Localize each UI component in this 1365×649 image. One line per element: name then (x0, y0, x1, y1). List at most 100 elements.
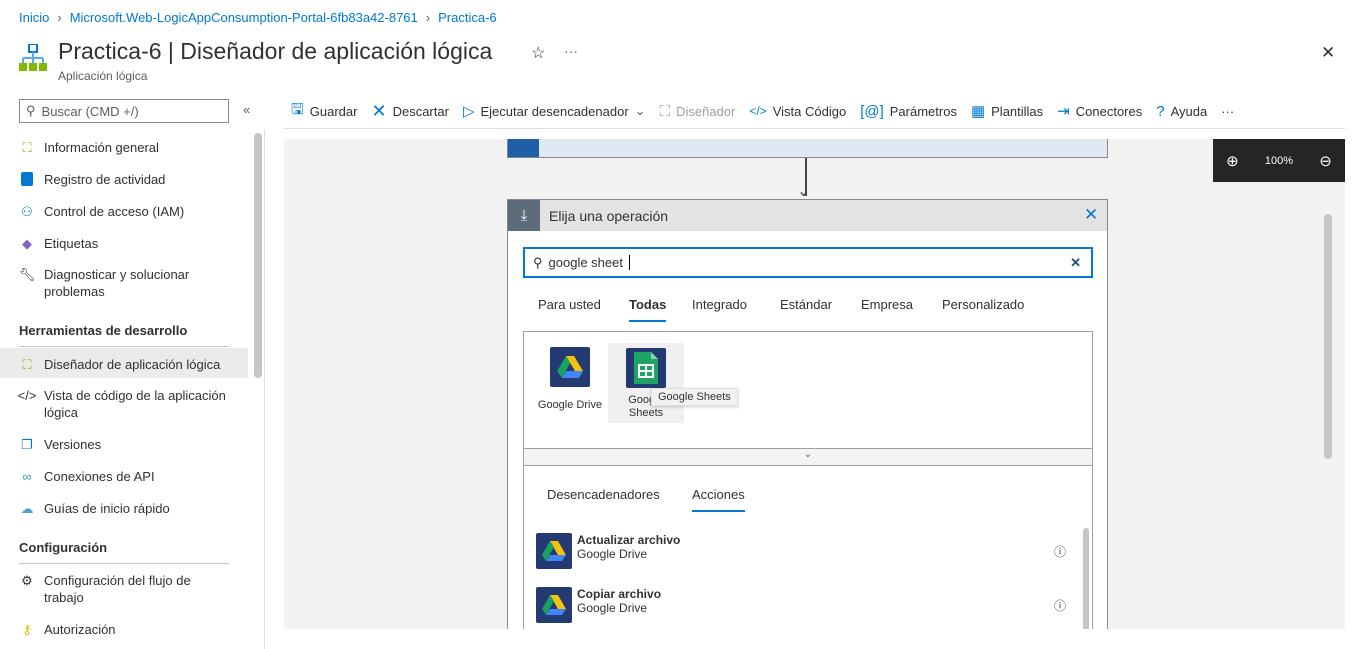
activity-log-icon (19, 171, 35, 187)
tooltip: Google Sheets (651, 388, 738, 406)
sidebar-item-activity-log[interactable]: Registro de actividad (0, 171, 248, 188)
connector-google-sheets[interactable]: Google Sheets (608, 343, 684, 423)
zoom-level: 100% (1264, 154, 1294, 167)
operation-icon: ⤓ (508, 200, 540, 231)
search-icon: ⚲ (533, 254, 543, 270)
favorite-star-icon[interactable]: ☆ (531, 43, 545, 63)
logic-app-icon: ⛶ (22, 356, 32, 372)
chevron-right-icon: › (425, 10, 431, 25)
breadcrumb-inicio[interactable]: Inicio (19, 10, 49, 25)
search-icon: ⚲ (26, 103, 36, 118)
sidebar-item-workflow-settings[interactable]: ⚙ Configuración del flujo de trabajo (0, 572, 230, 606)
zoom-in-icon[interactable]: ⊕ (1226, 152, 1239, 170)
tab-todas[interactable]: Todas (629, 297, 667, 322)
breadcrumb-resource-group[interactable]: Microsoft.Web-LogicAppConsumption-Portal… (70, 10, 418, 25)
close-panel-button[interactable]: ✕ (1084, 205, 1098, 225)
tab-actions[interactable]: Acciones (692, 487, 745, 512)
connectors-list: Google Drive Google Sheets Google Sheets (523, 331, 1093, 449)
expand-connectors-button[interactable]: ⌄ (523, 449, 1093, 466)
designer-canvas[interactable]: ⌄ ⤓ Elija una operación ✕ ⚲ google sheet … (284, 139, 1345, 629)
templates-icon: ▦ (970, 103, 986, 120)
sidebar-search-input[interactable]: ⚲ Buscar (CMD +/) (19, 99, 229, 123)
save-icon: 🖫︎ (291, 100, 304, 118)
cloud-icon: ☁ (20, 500, 34, 516)
connectors-icon: ⇥ (1057, 103, 1070, 120)
tab-para-usted[interactable]: Para usted (538, 297, 601, 312)
info-icon[interactable]: ⓘ (1054, 543, 1066, 560)
close-button[interactable]: ✕ (1321, 43, 1335, 63)
zoom-out-icon[interactable]: ⊖ (1319, 152, 1332, 170)
section-configuration: Configuración (19, 540, 229, 564)
toolbar-divider (284, 128, 1345, 129)
arrow-down-icon: ⌄ (797, 183, 811, 200)
sidebar-item-tags[interactable]: ◆ Etiquetas (0, 235, 248, 252)
gear-icon: ⚙ (21, 572, 33, 588)
chevron-down-icon: ⌄ (634, 103, 646, 118)
overview-icon: ⛶ (22, 139, 32, 155)
action-item[interactable]: Actualizar archivo Google Drive ⓘ (536, 533, 1066, 569)
key-icon: ⚷ (22, 621, 32, 637)
help-icon: ? (1156, 102, 1165, 120)
info-icon[interactable]: ⓘ (1054, 597, 1066, 614)
tab-empresa[interactable]: Empresa (861, 297, 913, 312)
designer-icon: ⛶ (659, 102, 671, 120)
users-icon: ⚇ (21, 203, 33, 219)
help-button[interactable]: ? Ayuda (1156, 103, 1207, 120)
tab-triggers[interactable]: Desencadenadores (547, 487, 660, 502)
action-item[interactable]: Copiar archivo Google Drive ⓘ (536, 587, 1066, 623)
operation-search-input[interactable]: ⚲ google sheet ✕ (523, 247, 1093, 278)
run-trigger-button[interactable]: ▷ Ejecutar desencadenador ⌄ (463, 102, 646, 120)
sidebar-item-overview[interactable]: ⛶ Información general (0, 139, 248, 156)
collapse-sidebar-button[interactable]: « (243, 102, 250, 117)
actions-section: Desencadenadores Acciones Actualizar arc… (523, 466, 1093, 629)
sidebar-item-authorization[interactable]: ⚷ Autorización (0, 621, 248, 638)
play-icon: ▷ (462, 103, 475, 120)
google-drive-icon (536, 587, 572, 623)
sidebar-item-designer[interactable]: ⛶ Diseñador de aplicación lógica (0, 348, 248, 378)
code-icon: </> (17, 387, 37, 403)
tab-integrado[interactable]: Integrado (692, 297, 747, 312)
link-icon: ∞ (22, 468, 32, 484)
tab-estandar[interactable]: Estándar (780, 297, 832, 312)
sidebar-item-iam[interactable]: ⚇ Control de acceso (IAM) (0, 203, 248, 220)
choose-operation-panel: ⤓ Elija una operación ✕ ⚲ google sheet ✕ … (507, 199, 1108, 629)
save-button[interactable]: 🖫︎ Guardar (291, 99, 357, 124)
clear-search-button[interactable]: ✕ (1070, 255, 1081, 271)
page-subtitle: Aplicación lógica (58, 69, 148, 83)
tag-icon: ◆ (22, 235, 32, 251)
versions-icon: ❐ (21, 436, 33, 452)
connector-google-drive[interactable]: Google Drive (536, 347, 604, 411)
chevron-right-icon: › (57, 10, 62, 25)
close-icon: ✕ (371, 100, 387, 121)
sidebar-item-diagnose[interactable]: 🔧︎ Diagnosticar y solucionar problemas (0, 266, 230, 300)
page-title: Practica-6 | Diseñador de aplicación lóg… (58, 38, 493, 64)
zoom-control: ⊕ 100% ⊖ (1213, 139, 1345, 182)
templates-button[interactable]: ▦ Plantillas (971, 102, 1043, 120)
sidebar-item-code-view[interactable]: </> Vista de código de la aplicación lógi… (0, 387, 240, 421)
section-dev-tools: Herramientas de desarrollo (19, 323, 229, 347)
google-drive-icon (550, 347, 590, 387)
google-sheets-icon (626, 348, 666, 388)
trigger-card[interactable] (507, 139, 1108, 158)
more-button[interactable]: ··· (564, 43, 578, 59)
tab-personalizado[interactable]: Personalizado (942, 297, 1024, 312)
sidebar-scrollbar[interactable] (254, 133, 262, 378)
panel-title: Elija una operación (549, 208, 669, 224)
code-view-button[interactable]: </> Vista Código (749, 104, 846, 119)
sidebar-item-quickstart[interactable]: ☁ Guías de inicio rápido (0, 500, 248, 517)
toolbar-more-button[interactable]: ··· (1221, 104, 1234, 119)
trigger-card-icon (508, 139, 539, 157)
sidebar-item-api-connections[interactable]: ∞ Conexiones de API (0, 468, 248, 485)
actions-scrollbar[interactable] (1083, 528, 1089, 629)
connectors-button[interactable]: ⇥ Conectores (1057, 102, 1142, 120)
parameters-icon: [@] (860, 102, 884, 120)
google-drive-icon (536, 533, 572, 569)
breadcrumb-practica[interactable]: Practica-6 (438, 10, 497, 25)
code-icon: </> (749, 104, 767, 118)
designer-button[interactable]: ⛶ Diseñador (660, 103, 736, 120)
canvas-scrollbar[interactable] (1324, 214, 1332, 459)
discard-button[interactable]: ✕ Descartar (371, 101, 448, 122)
parameters-button[interactable]: [@] Parámetros (860, 103, 957, 120)
sidebar-item-versions[interactable]: ❐ Versiones (0, 436, 248, 453)
divider (264, 130, 265, 649)
